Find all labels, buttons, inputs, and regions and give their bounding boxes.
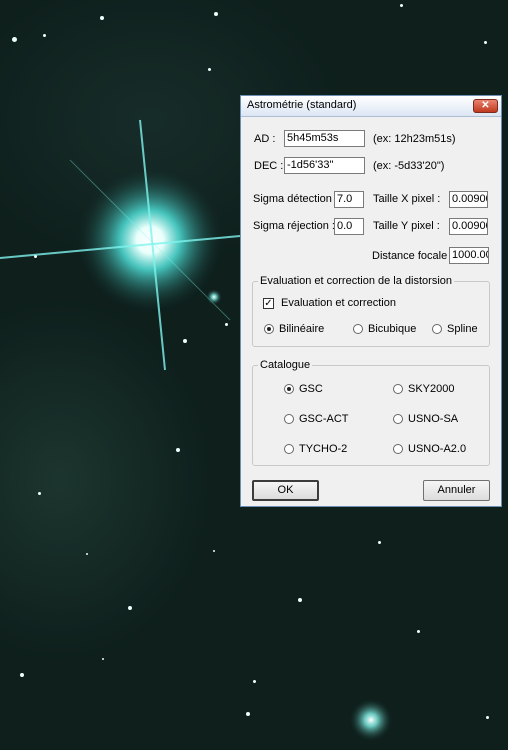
star	[86, 553, 88, 555]
astrometry-dialog: Astrométrie (standard) ✕ AD : 5h45m53s (…	[240, 95, 502, 507]
sigma-rejection-label: Sigma réjection :	[253, 220, 335, 232]
star	[208, 68, 211, 71]
star	[176, 448, 180, 452]
radio-bicubique[interactable]	[353, 324, 363, 334]
star-glow-bottom	[349, 698, 393, 742]
close-button[interactable]: ✕	[473, 99, 498, 113]
dec-example: (ex: -5d33'20")	[373, 160, 445, 172]
taille-x-input[interactable]: 0.00900	[449, 191, 488, 208]
radio-spline[interactable]	[432, 324, 442, 334]
distortion-checkbox[interactable]: ✓	[263, 298, 274, 309]
distortion-group	[252, 281, 490, 347]
star	[20, 673, 24, 677]
radio-bilineaire[interactable]	[264, 324, 274, 334]
close-icon: ✕	[481, 100, 490, 111]
dec-label: DEC :	[254, 160, 284, 172]
ok-button[interactable]: OK	[252, 480, 319, 501]
taille-x-label: Taille X pixel :	[373, 193, 441, 205]
radio-gsc-act-label: GSC-ACT	[299, 413, 349, 425]
sigma-detection-label: Sigma détection :	[253, 193, 338, 205]
star	[213, 550, 215, 552]
star	[253, 680, 256, 683]
radio-bilineaire-label: Bilinéaire	[279, 323, 325, 335]
radio-usno-a2-label: USNO-A2.0	[408, 443, 467, 455]
radio-tycho-2[interactable]	[284, 444, 294, 454]
star	[38, 492, 41, 495]
ad-example: (ex: 12h23m51s)	[373, 133, 456, 145]
star	[183, 339, 187, 343]
star	[400, 4, 403, 7]
distortion-legend: Evaluation et correction de la distorsio…	[258, 275, 454, 287]
radio-spline-label: Spline	[447, 323, 478, 335]
star	[34, 255, 37, 258]
distance-focale-input[interactable]: 1000.00	[449, 247, 489, 264]
window-title: Astrométrie (standard)	[247, 99, 357, 111]
radio-gsc-label: GSC	[299, 383, 323, 395]
ad-input[interactable]: 5h45m53s	[284, 130, 365, 147]
radio-gsc[interactable]	[284, 384, 294, 394]
star	[378, 541, 381, 544]
catalogue-legend: Catalogue	[258, 359, 313, 371]
ad-label: AD :	[254, 133, 276, 145]
sigma-detection-input[interactable]: 7.0	[334, 191, 364, 208]
radio-gsc-act[interactable]	[284, 414, 294, 424]
sigma-rejection-input[interactable]: 0.0	[334, 218, 364, 235]
star	[214, 12, 218, 16]
star-small-glow	[206, 289, 222, 305]
cancel-button[interactable]: Annuler	[423, 480, 490, 501]
radio-bicubique-label: Bicubique	[368, 323, 417, 335]
check-icon: ✓	[264, 298, 273, 309]
dec-input[interactable]: -1d56'33"	[284, 157, 365, 174]
radio-usno-sa[interactable]	[393, 414, 403, 424]
star	[417, 630, 420, 633]
distance-focale-label: Distance focale :	[372, 250, 454, 262]
distortion-checkbox-label: Evaluation et correction	[281, 297, 396, 309]
radio-usno-a2[interactable]	[393, 444, 403, 454]
title-bar[interactable]: Astrométrie (standard) ✕	[241, 96, 501, 117]
radio-tycho-2-label: TYCHO-2	[299, 443, 348, 455]
star	[486, 716, 489, 719]
radio-usno-sa-label: USNO-SA	[408, 413, 459, 425]
star	[12, 37, 17, 42]
star	[43, 34, 46, 37]
radio-sky2000[interactable]	[393, 384, 403, 394]
star	[298, 598, 302, 602]
star	[225, 323, 228, 326]
star	[100, 16, 104, 20]
star	[246, 712, 250, 716]
star	[102, 658, 104, 660]
radio-sky2000-label: SKY2000	[408, 383, 455, 395]
taille-y-input[interactable]: 0.00900	[449, 218, 488, 235]
taille-y-label: Taille Y pixel :	[373, 220, 440, 232]
star	[128, 606, 132, 610]
star	[484, 41, 487, 44]
